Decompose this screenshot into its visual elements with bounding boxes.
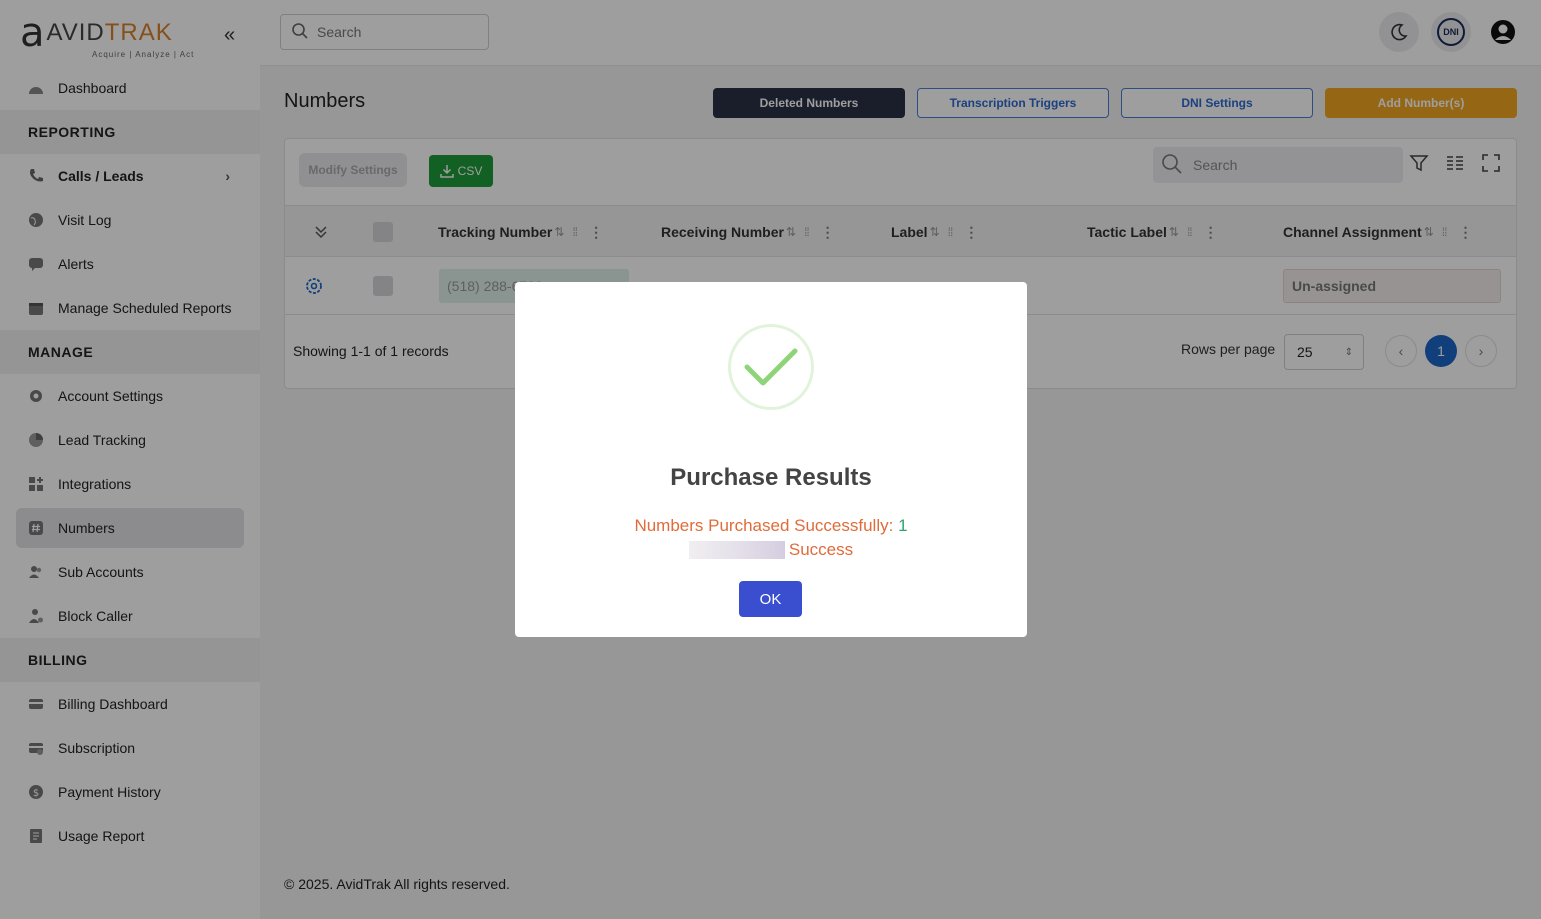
ok-button[interactable]: OK bbox=[739, 581, 802, 617]
success-check-icon bbox=[728, 324, 814, 410]
purchase-summary: Numbers Purchased Successfully: 1 bbox=[634, 516, 908, 535]
purchase-count: 1 bbox=[898, 516, 908, 535]
modal-title: Purchase Results bbox=[670, 464, 872, 491]
purchase-detail: Success bbox=[515, 540, 1027, 560]
purchase-status: Success bbox=[788, 540, 854, 559]
redacted-number bbox=[688, 541, 785, 559]
purchase-results-modal: Purchase Results Numbers Purchased Succe… bbox=[515, 282, 1027, 637]
